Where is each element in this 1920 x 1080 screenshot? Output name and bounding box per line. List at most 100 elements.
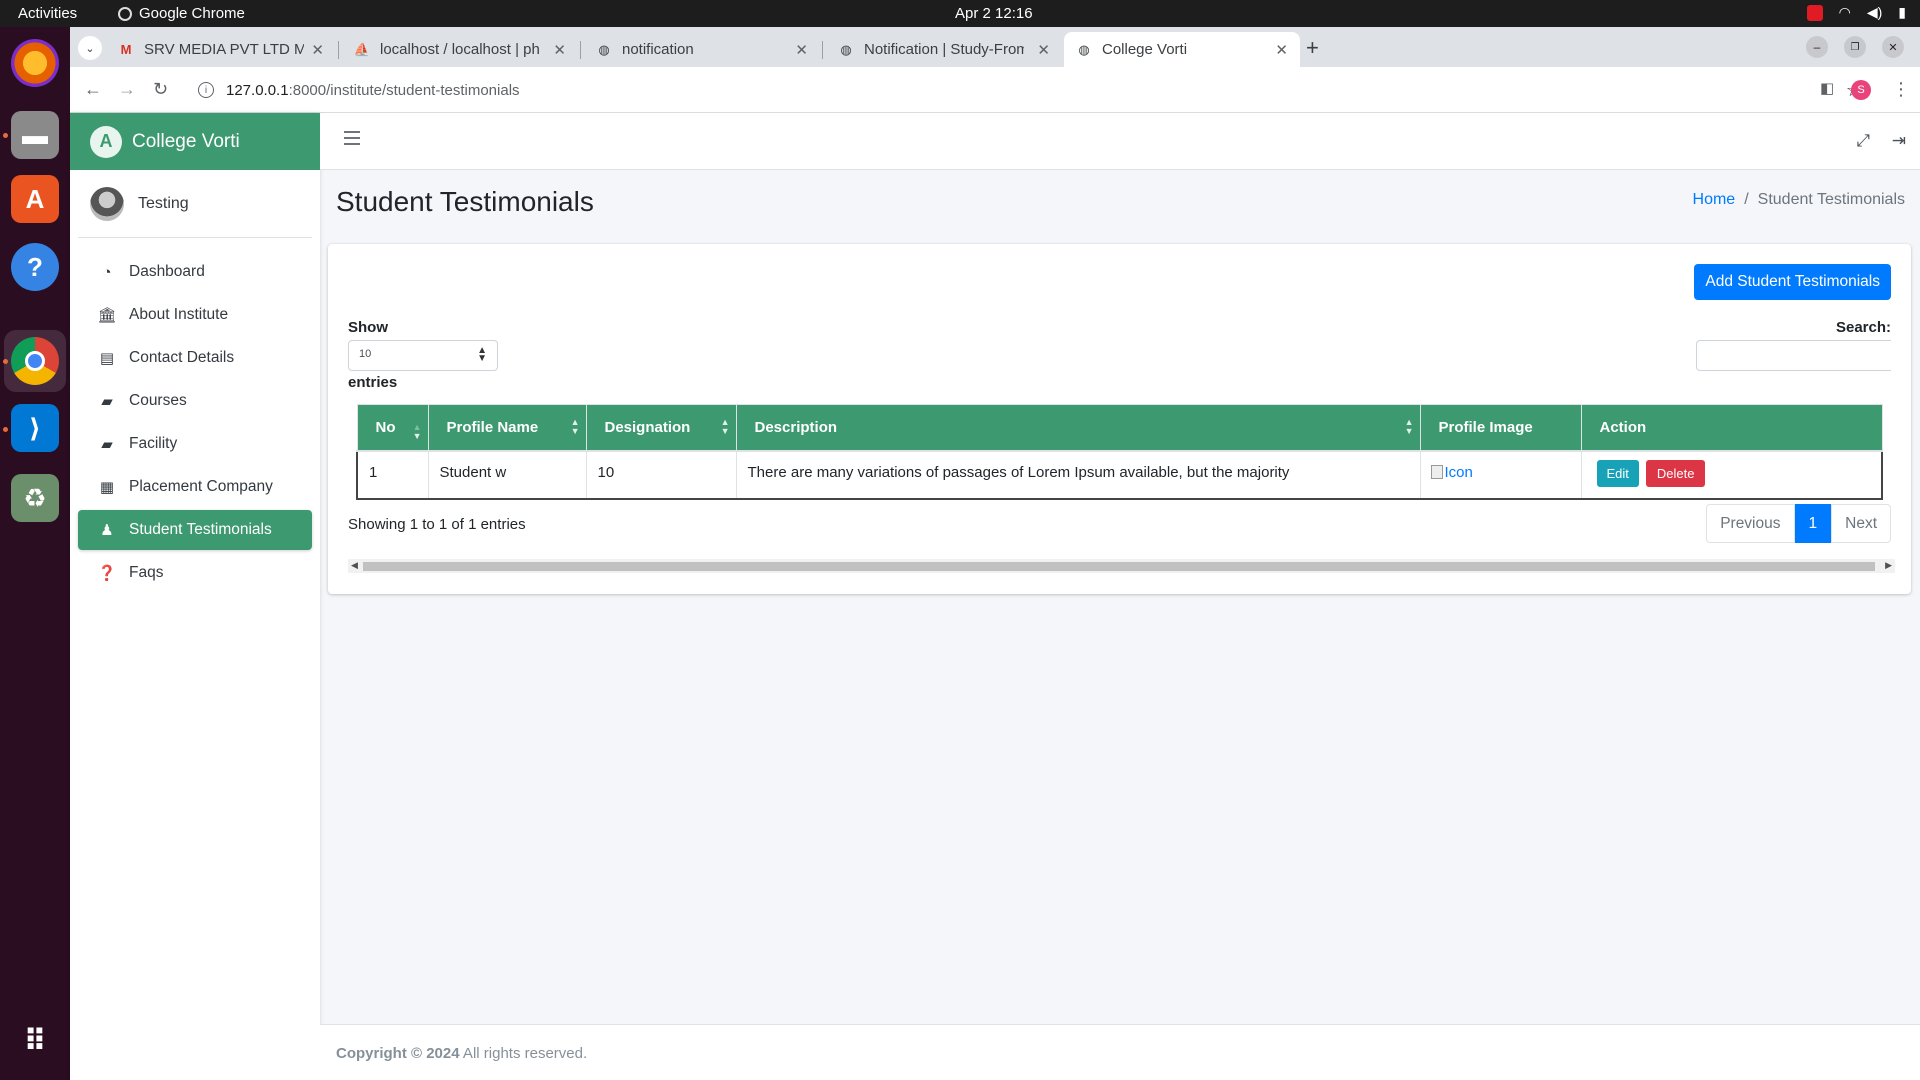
close-icon[interactable]: ✕ xyxy=(553,41,566,59)
system-tray[interactable]: ◠ ◀) ▮ xyxy=(1806,4,1906,21)
sidebar-item-about-institute[interactable]: 🏛 About Institute xyxy=(78,295,312,335)
sidebar-item-facility[interactable]: ▰ Facility xyxy=(78,424,312,464)
show-apps-icon[interactable]: ⠿ xyxy=(11,1017,59,1065)
running-indicator xyxy=(3,359,8,364)
delete-button[interactable]: Delete xyxy=(1645,459,1706,487)
browser-tab-strip: ⌄ M SRV MEDIA PVT LTD Mail ✕ ⛵ localhost / … xyxy=(70,27,1920,67)
trash-icon[interactable]: ♻ xyxy=(11,474,59,522)
browser-tab[interactable]: ⛵localhost / localhost | phpMyAdmin✕ xyxy=(342,32,578,67)
back-icon[interactable]: ← xyxy=(84,79,102,100)
next-page-button[interactable]: Next xyxy=(1831,504,1891,543)
screen-record-icon[interactable] xyxy=(1806,4,1823,21)
show-label: Show xyxy=(348,319,388,336)
cell-action: Edit Delete xyxy=(1580,449,1883,500)
minimize-button[interactable]: – xyxy=(1806,36,1828,58)
book-icon: ▰ xyxy=(101,393,113,410)
scroll-left-arrow-icon[interactable]: ◀ xyxy=(351,560,358,571)
book-open-icon: ▰ xyxy=(101,436,113,453)
sidebar-item-placement-company[interactable]: ▦ Placement Company xyxy=(78,467,312,507)
url-host: 127.0.0.1 xyxy=(226,81,289,99)
fullscreen-icon[interactable]: ⤢ xyxy=(1856,131,1870,151)
sidebar-item-contact-details[interactable]: ▤ Contact Details xyxy=(78,338,312,378)
breadcrumb-home-link[interactable]: Home xyxy=(1693,191,1736,208)
vscode-icon[interactable]: ⟩ xyxy=(11,404,59,452)
user-panel[interactable]: Testing xyxy=(78,170,312,238)
entries-label: entries xyxy=(348,374,398,391)
question-circle-icon: ❓ xyxy=(97,565,117,582)
site-info-icon[interactable]: i xyxy=(198,82,214,98)
reload-icon[interactable]: ↻ xyxy=(153,79,168,100)
wifi-icon: ◠ xyxy=(1838,4,1851,20)
close-icon[interactable]: ✕ xyxy=(1275,41,1288,59)
entries-length-select[interactable]: 10 ▲ ▼ xyxy=(348,340,498,371)
sort-icon: ▲ ▼ xyxy=(1404,417,1414,436)
phpmyadmin-icon: ⛵ xyxy=(353,41,371,57)
profile-avatar[interactable]: S xyxy=(1851,80,1871,100)
activities-button[interactable]: Activities xyxy=(18,5,77,22)
address-bar[interactable]: i 127.0.0.1:8000/institute/student-testi… xyxy=(190,74,1870,106)
url-path: :8000/institute/student-testimonials xyxy=(288,81,520,99)
brand-link[interactable]: A College Vorti xyxy=(70,113,320,170)
table-header-row: No ▲ ▼ Profile Name ▲ ▼ Designation ▲ ▼ Descri… xyxy=(356,404,1883,452)
broken-image-icon: Icon xyxy=(1430,464,1473,481)
column-header-profile-image: Profile Image xyxy=(1419,404,1582,452)
scrollbar-thumb[interactable] xyxy=(363,562,1875,571)
close-icon[interactable]: ✕ xyxy=(1037,41,1050,59)
search-label: Search: xyxy=(1835,319,1891,336)
gmail-icon: M xyxy=(120,42,132,57)
files-icon[interactable]: ▬ xyxy=(11,111,59,159)
search-input[interactable] xyxy=(1696,340,1891,371)
page-1-button[interactable]: 1 xyxy=(1794,504,1832,543)
close-icon[interactable]: ✕ xyxy=(795,41,808,59)
testimonials-card: Add Student Testimonials Show 10 ▲ ▼ entr… xyxy=(328,244,1911,594)
firefox-icon[interactable] xyxy=(11,39,59,87)
restore-button[interactable]: ❐ xyxy=(1844,36,1866,58)
browser-tab[interactable]: M SRV MEDIA PVT LTD Mail ✕ xyxy=(106,32,336,67)
globe-icon: ◍ xyxy=(1078,41,1090,57)
app-menu[interactable]: Google Chrome xyxy=(118,5,245,22)
close-window-button[interactable]: ✕ xyxy=(1882,36,1904,58)
clock[interactable]: Apr 2 12:16 xyxy=(955,5,1033,22)
menu-dots-icon[interactable]: ⋮ xyxy=(1892,79,1910,100)
previous-page-button[interactable]: Previous xyxy=(1706,504,1795,543)
column-header-action: Action xyxy=(1580,404,1883,452)
cell-description: There are many variations of passages of… xyxy=(735,449,1421,500)
avatar xyxy=(90,186,124,221)
chrome-icon[interactable] xyxy=(11,337,59,385)
forward-icon[interactable]: → xyxy=(118,79,136,100)
new-tab-button[interactable]: + xyxy=(1306,35,1319,61)
help-icon[interactable]: ? xyxy=(11,243,59,291)
cell-profile-name: Student w xyxy=(427,449,587,500)
hamburger-menu-icon[interactable] xyxy=(344,131,360,145)
sidebar-item-dashboard[interactable]: ◔ Dashboard xyxy=(78,252,312,292)
logout-icon[interactable]: ⇥ xyxy=(1892,131,1906,151)
horizontal-scrollbar[interactable]: ◀ ▶ xyxy=(348,559,1895,573)
rights-text: All rights reserved. xyxy=(459,1045,588,1062)
chrome-small-icon xyxy=(118,6,132,21)
running-indicator xyxy=(3,427,8,432)
column-header-profile-name[interactable]: Profile Name ▲ ▼ xyxy=(427,404,587,452)
browser-tab-active[interactable]: ◍ College Vorti ✕ xyxy=(1064,32,1300,67)
close-icon[interactable]: ✕ xyxy=(311,41,324,59)
column-header-description[interactable]: Description ▲ ▼ xyxy=(735,404,1421,452)
main-header: ⤢ ⇥ xyxy=(320,113,1920,170)
column-header-designation[interactable]: Designation ▲ ▼ xyxy=(585,404,737,452)
user-graduate-icon: ♟ xyxy=(100,522,114,539)
add-student-testimonials-button[interactable]: Add Student Testimonials xyxy=(1694,264,1891,300)
page-title: Student Testimonials xyxy=(336,186,594,217)
app-center-icon[interactable]: A xyxy=(11,175,59,223)
edit-button[interactable]: Edit xyxy=(1596,459,1639,487)
cell-designation: 10 xyxy=(585,449,737,500)
sidebar-item-faqs[interactable]: ❓ Faqs xyxy=(78,553,312,593)
browser-tab[interactable]: ◍ Notification | Study-From ✕ xyxy=(826,32,1062,67)
sidebar: A College Vorti Testing ◔ Dashboard 🏛 Abou… xyxy=(70,113,320,1080)
scroll-right-arrow-icon[interactable]: ▶ xyxy=(1885,560,1892,571)
column-header-no[interactable]: No ▲ ▼ xyxy=(356,404,429,452)
brand-logo: A xyxy=(90,125,122,158)
globe-icon: ◍ xyxy=(840,41,852,57)
tab-search-icon[interactable]: ⌄ xyxy=(78,36,102,60)
sidebar-item-courses[interactable]: ▰ Courses xyxy=(78,381,312,421)
browser-tab[interactable]: ◍ notification ✕ xyxy=(584,32,820,67)
side-panel-icon[interactable]: ◧ xyxy=(1820,79,1834,97)
sidebar-item-student-testimonials[interactable]: ♟ Student Testimonials xyxy=(78,510,312,550)
